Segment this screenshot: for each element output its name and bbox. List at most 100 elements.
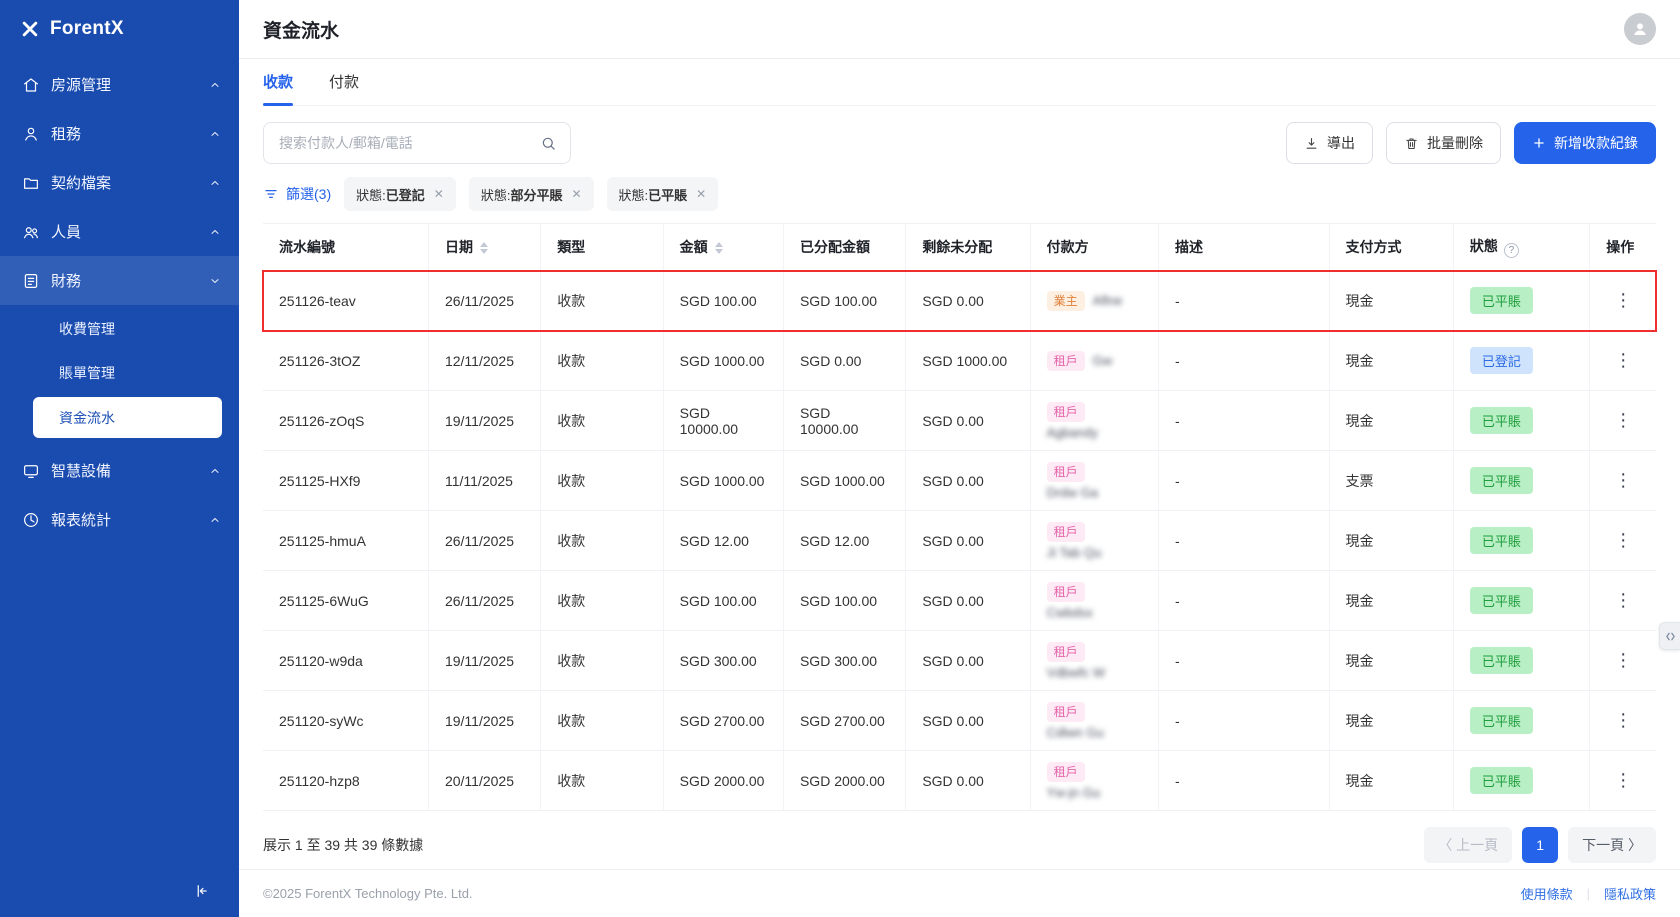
export-button[interactable]: 導出 (1286, 122, 1373, 164)
cell-status: 已平賬 (1453, 271, 1589, 331)
cell-allocated: SGD 2700.00 (783, 691, 905, 751)
cell-type-text: 收款 (557, 653, 585, 669)
cell-remaining: SGD 0.00 (906, 271, 1030, 331)
sidebar-item-label: 租務 (51, 123, 81, 144)
cell-date-text: 26/11/2025 (445, 593, 514, 609)
payer: 租戶Yw-jn Gu (1047, 762, 1142, 800)
page-number-1[interactable]: 1 (1522, 827, 1558, 863)
cell-description: - (1159, 691, 1329, 751)
sidebar-item-properties[interactable]: 房源管理 (0, 60, 239, 109)
export-label: 導出 (1327, 133, 1355, 153)
user-avatar[interactable] (1624, 13, 1656, 45)
cell-payment-method: 現金 (1329, 691, 1453, 751)
cell-actions: ⋮ (1590, 571, 1656, 631)
row-actions-kebab-icon[interactable]: ⋮ (1606, 528, 1640, 553)
search-input[interactable] (277, 134, 532, 152)
sidebar-item-label: 財務 (51, 270, 81, 291)
row-actions-kebab-icon[interactable]: ⋮ (1606, 348, 1640, 373)
cell-flow-id: 251120-w9da (263, 631, 428, 691)
tab-bar: 收款 付款 (263, 59, 1656, 106)
cell-allocated: SGD 300.00 (783, 631, 905, 691)
cell-status: 已登記 (1453, 331, 1589, 391)
sidebar-item-bill-management[interactable]: 賬單管理 (0, 351, 239, 395)
filter-toggle[interactable]: 篩選(3) (263, 184, 331, 204)
privacy-link[interactable]: 隱私政策 (1604, 884, 1656, 903)
search-icon[interactable] (540, 135, 557, 152)
cell-status: 已平賬 (1453, 691, 1589, 751)
sidebar-item-fee-management[interactable]: 收費管理 (0, 307, 239, 351)
payer-name-blurred: Aflne (1093, 293, 1123, 308)
payer-type-badge: 租戶 (1047, 702, 1085, 722)
cell-payment-method: 現金 (1329, 391, 1453, 451)
col-date[interactable]: 日期 (428, 224, 540, 271)
cell-remaining: SGD 0.00 (906, 391, 1030, 451)
row-actions-kebab-icon[interactable]: ⋮ (1606, 708, 1640, 733)
sidebar-item-finance[interactable]: 財務 (0, 256, 239, 305)
sort-icon[interactable] (715, 242, 723, 254)
cell-date: 26/11/2025 (428, 571, 540, 631)
sidebar-item-label: 人員 (51, 221, 81, 242)
tab-payments[interactable]: 付款 (329, 71, 359, 105)
row-actions-kebab-icon[interactable]: ⋮ (1606, 288, 1640, 313)
cell-description: - (1159, 391, 1329, 451)
table-row: 251125-hmuA26/11/2025收款SGD 12.00SGD 12.0… (263, 511, 1656, 571)
topbar: 資金流水 (239, 0, 1680, 59)
payer-name-blurred: Cwbdsx (1047, 605, 1093, 620)
cell-flow-id: 251126-3tOZ (263, 331, 428, 391)
cell-allocated: SGD 2000.00 (783, 751, 905, 811)
help-icon[interactable]: ? (1504, 243, 1519, 258)
status-badge: 已平賬 (1470, 407, 1533, 434)
sidebar-collapse-icon[interactable] (193, 882, 211, 900)
sort-icon[interactable] (480, 242, 488, 254)
cell-payment-method: 現金 (1329, 511, 1453, 571)
row-actions-kebab-icon[interactable]: ⋮ (1606, 588, 1640, 613)
cell-remaining: SGD 0.00 (906, 451, 1030, 511)
finance-submenu: 收費管理 賬單管理 資金流水 (0, 305, 239, 446)
row-actions-kebab-icon[interactable]: ⋮ (1606, 468, 1640, 493)
cell-amount: SGD 100.00 (663, 571, 783, 631)
table-row: 251126-zOqS19/11/2025收款SGD 10000.00SGD 1… (263, 391, 1656, 451)
status-badge: 已平賬 (1470, 707, 1533, 734)
cell-type: 收款 (541, 751, 663, 811)
status-badge: 已平賬 (1470, 287, 1533, 314)
row-actions-kebab-icon[interactable]: ⋮ (1606, 408, 1640, 433)
terms-link[interactable]: 使用條款 (1521, 884, 1573, 903)
chip-close-icon[interactable]: ✕ (571, 188, 581, 200)
plus-icon (1532, 136, 1546, 150)
cell-payer: 租戶Gw (1030, 331, 1158, 391)
sidebar-item-reports[interactable]: 報表統計 (0, 495, 239, 544)
chip-close-icon[interactable]: ✕ (434, 188, 444, 200)
filter-bar: 篩選(3) 狀態:已登記 ✕ 狀態:部分平賬 ✕ 狀態:已平賬 ✕ (263, 177, 1656, 211)
row-actions-kebab-icon[interactable]: ⋮ (1606, 768, 1640, 793)
cell-payment-method-text: 現金 (1346, 713, 1374, 729)
sidebar-item-tenancy[interactable]: 租務 (0, 109, 239, 158)
col-amount[interactable]: 金額 (663, 224, 783, 271)
sidebar-item-smart-devices[interactable]: 智慧設備 (0, 446, 239, 495)
next-page-button[interactable]: 下一頁 〉 (1568, 827, 1656, 863)
cell-allocated: SGD 1000.00 (783, 451, 905, 511)
payer: 租戶Drdw Ga (1047, 462, 1142, 500)
sidebar-item-fund-flow[interactable]: 資金流水 (33, 397, 222, 438)
cell-date: 19/11/2025 (428, 631, 540, 691)
payer-name-blurred: Agbandy (1047, 425, 1098, 440)
cell-date-text: 12/11/2025 (445, 353, 514, 369)
cell-flow-id: 251126-teav (263, 271, 428, 331)
prev-page-button[interactable]: 〈 上一頁 (1424, 827, 1512, 863)
cell-payer: 租戶Drdw Ga (1030, 451, 1158, 511)
cell-description: - (1159, 631, 1329, 691)
cell-payment-method: 現金 (1329, 631, 1453, 691)
batch-delete-button[interactable]: 批量刪除 (1386, 122, 1501, 164)
tab-receipts[interactable]: 收款 (263, 71, 293, 105)
add-receipt-button[interactable]: 新增收款紀錄 (1514, 122, 1656, 164)
cell-actions: ⋮ (1590, 631, 1656, 691)
sidebar-item-people[interactable]: 人員 (0, 207, 239, 256)
chip-close-icon[interactable]: ✕ (696, 188, 706, 200)
cell-amount: SGD 10000.00 (663, 391, 783, 451)
cell-flow-id: 251125-hmuA (263, 511, 428, 571)
sidebar-item-contracts[interactable]: 契約檔案 (0, 158, 239, 207)
user-icon (22, 125, 40, 143)
row-actions-kebab-icon[interactable]: ⋮ (1606, 648, 1640, 673)
cell-description: - (1159, 571, 1329, 631)
side-panel-handle[interactable] (1659, 622, 1680, 650)
sidebar-item-label: 契約檔案 (51, 172, 111, 193)
